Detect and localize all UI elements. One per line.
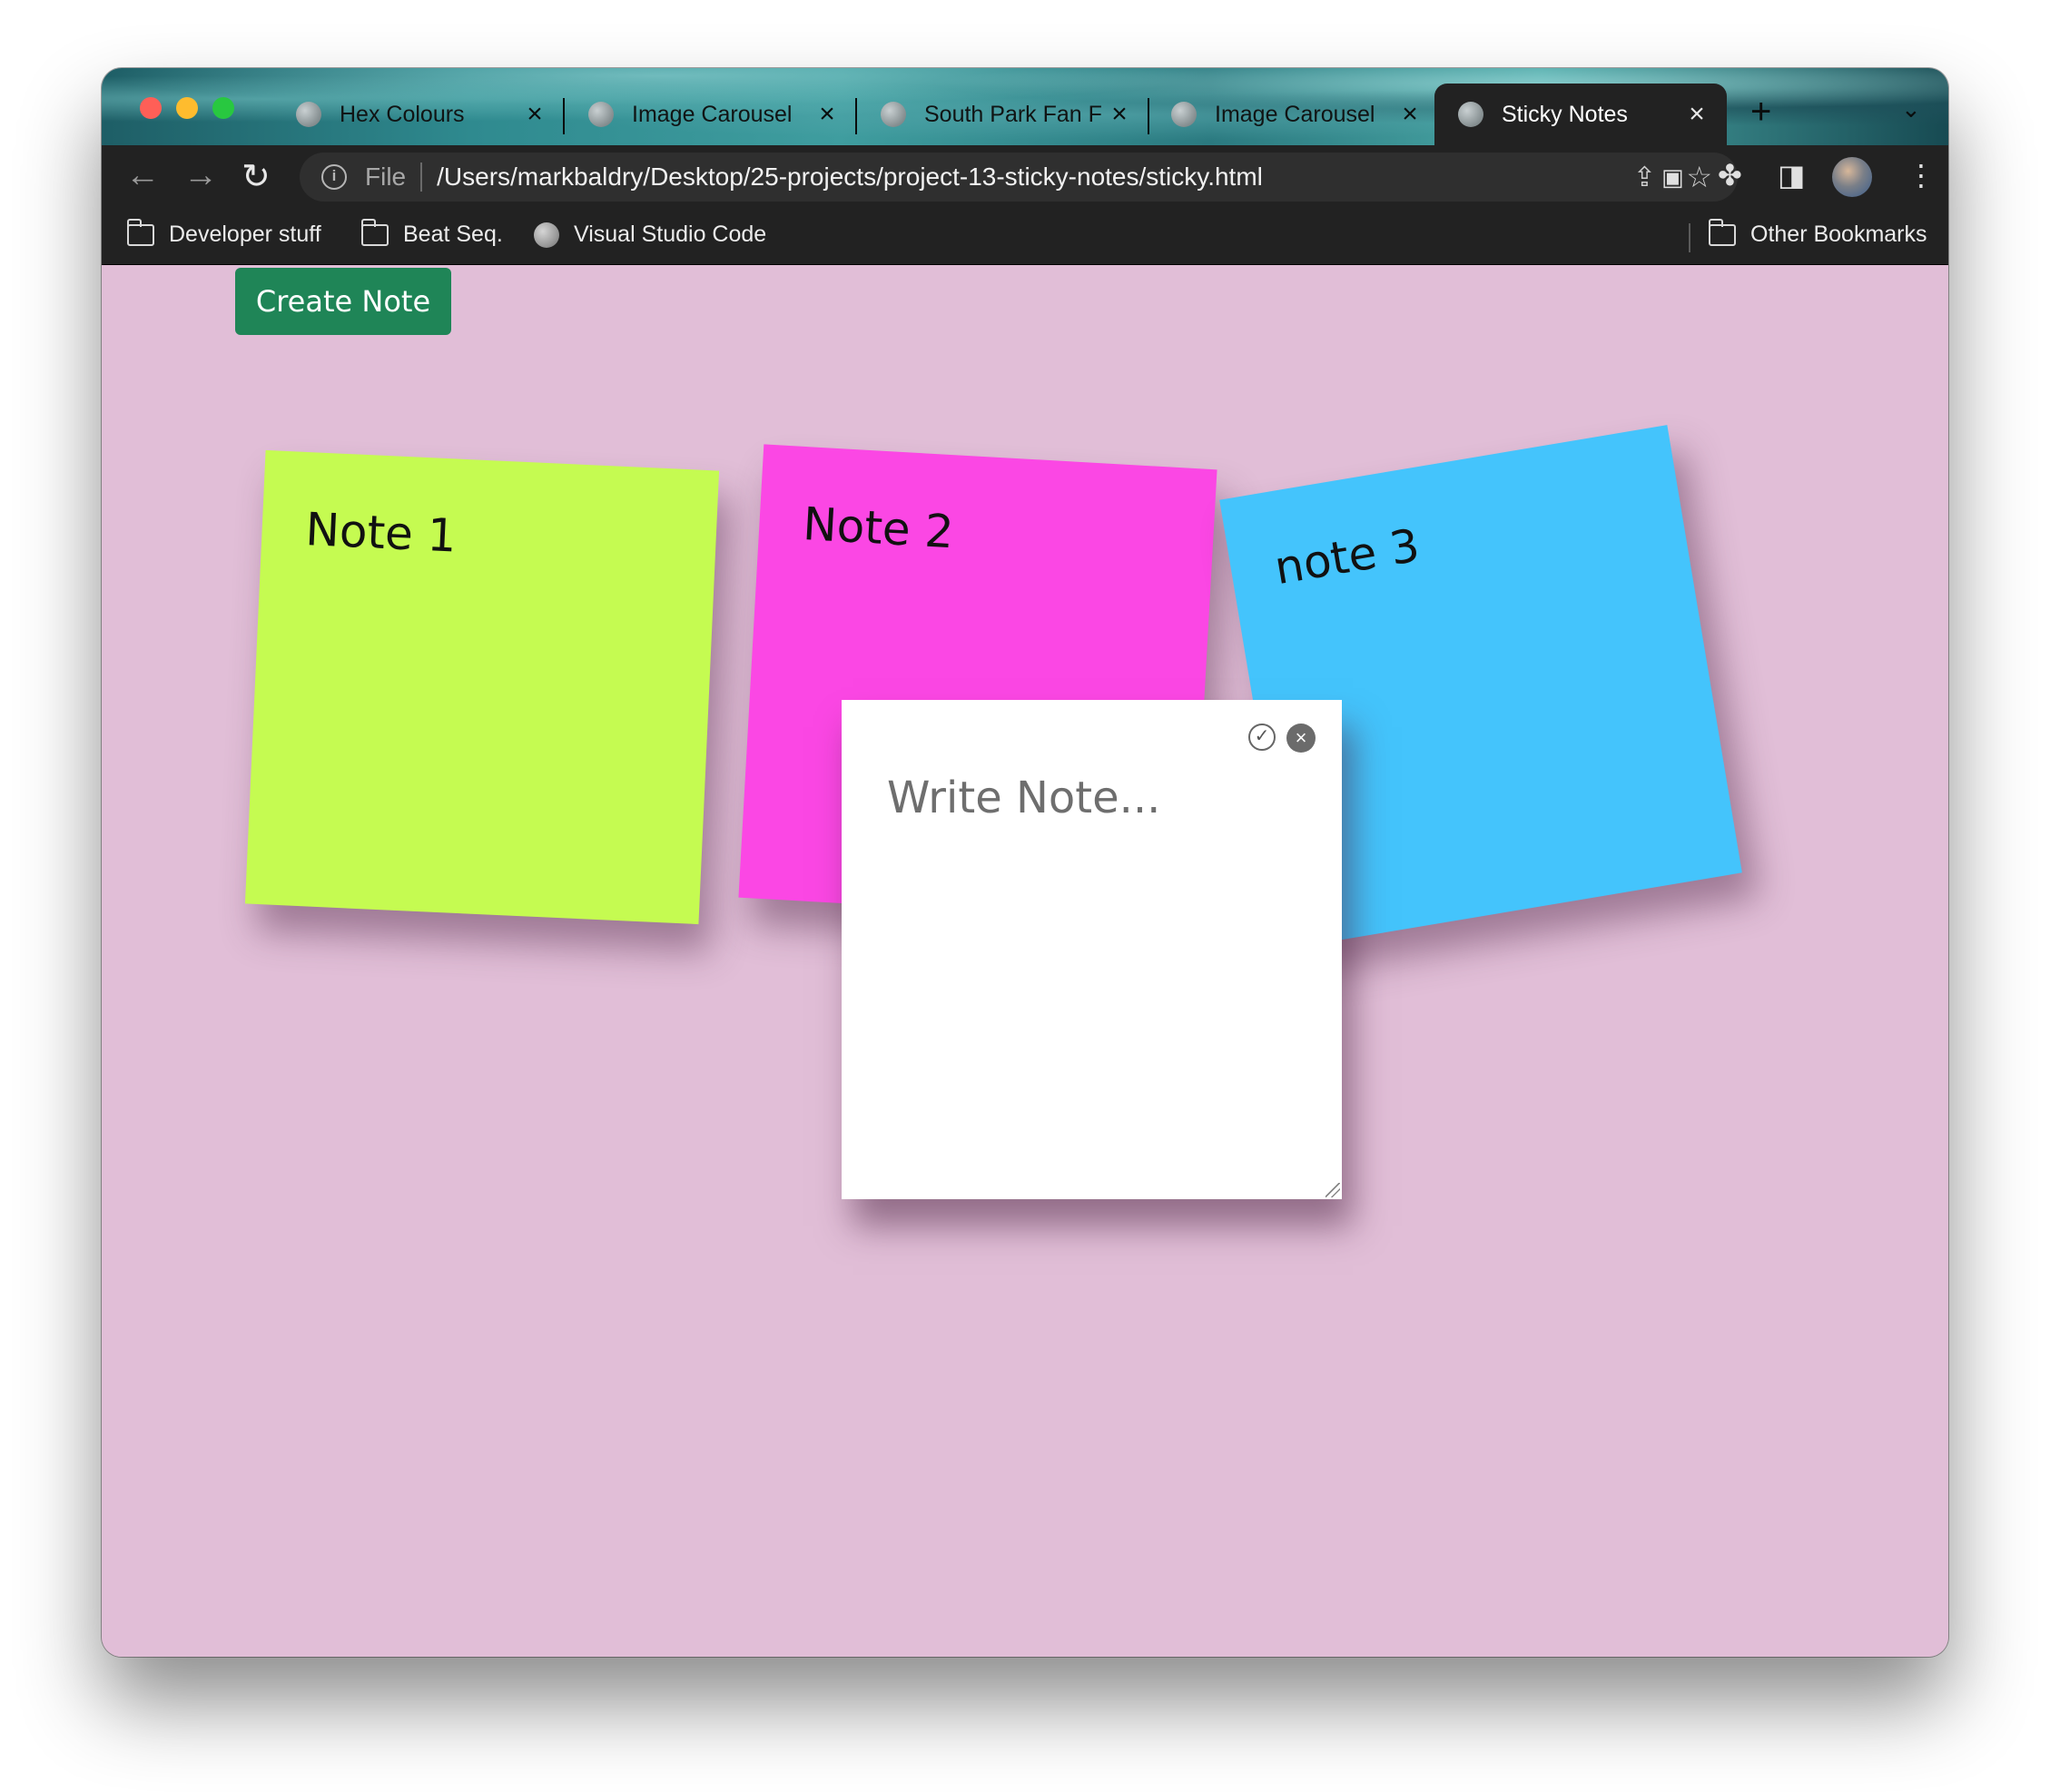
address-divider (420, 162, 423, 192)
new-tab-plus-icon[interactable]: + (1750, 92, 1771, 133)
note-text: Note 1 (304, 503, 458, 563)
page-content: Create Note Note 1 Note 2 note 3 ✓ × Wri… (102, 266, 1948, 1657)
bookmark-label: Other Bookmarks (1750, 222, 1927, 247)
tab-image-carousel[interactable]: Image Carousel × (565, 84, 857, 145)
tab-close-icon[interactable]: × (1106, 99, 1133, 130)
puzzle-extensions-icon[interactable]: ✤ (1718, 158, 1742, 192)
bookmarks-bar: Developer stuff Beat Seq. Visual Studio … (102, 209, 1948, 265)
bookmark-label: Visual Studio Code (574, 222, 767, 247)
back-arrow-icon[interactable]: ← (125, 156, 160, 195)
tab-strip: Hex Colours × Image Carousel × South Par… (102, 68, 1948, 145)
globe-icon (296, 102, 321, 127)
globe-icon (588, 102, 614, 127)
extension-badge-icon[interactable]: ▣ (1661, 163, 1684, 192)
tab-close-icon[interactable]: × (1683, 99, 1710, 130)
tab-title: Sticky Notes (1502, 101, 1628, 127)
globe-icon (881, 102, 906, 127)
close-icon[interactable]: × (1286, 724, 1316, 753)
bookmark-beat-seq[interactable]: Beat Seq. (360, 218, 503, 248)
close-window-button[interactable] (140, 97, 162, 119)
bookmarks-separator (1689, 223, 1690, 252)
folder-icon (126, 218, 154, 246)
browser-window: Hex Colours × Image Carousel × South Par… (102, 68, 1948, 1657)
minimize-window-button[interactable] (176, 97, 198, 119)
tab-close-icon[interactable]: × (521, 99, 548, 130)
bookmark-star-icon[interactable]: ☆ (1686, 160, 1712, 194)
note-textarea[interactable]: Write Note... (887, 773, 1160, 823)
tab-hex-colours[interactable]: Hex Colours × (272, 84, 565, 145)
bookmark-label: Beat Seq. (403, 222, 503, 247)
bookmark-developer-stuff[interactable]: Developer stuff (126, 218, 321, 248)
globe-icon (1458, 102, 1483, 127)
note-editor: ✓ × Write Note... (842, 700, 1342, 1199)
share-icon[interactable]: ⇪ (1633, 162, 1656, 193)
chevron-down-icon[interactable]: ⌄ (1901, 95, 1921, 123)
folder-icon (1708, 218, 1736, 246)
tab-title: Image Carousel (632, 101, 793, 127)
info-icon[interactable]: i (321, 164, 347, 190)
url-scheme: File (365, 162, 407, 191)
forward-arrow-icon[interactable]: → (183, 156, 218, 195)
bookmark-other-bookmarks[interactable]: Other Bookmarks (1708, 218, 1927, 248)
tab-title: Hex Colours (340, 101, 465, 127)
sticky-note-1[interactable]: Note 1 (244, 449, 720, 925)
tab-close-icon[interactable]: × (1396, 99, 1424, 130)
note-text: Note 2 (801, 497, 955, 559)
tab-close-icon[interactable]: × (813, 99, 841, 130)
tab-title: Image Carousel (1215, 101, 1375, 127)
url-text[interactable]: /Users/markbaldry/Desktop/25-projects/pr… (437, 162, 1263, 192)
globe-icon (534, 222, 559, 248)
resize-handle-icon[interactable] (1326, 1183, 1340, 1197)
folder-icon (360, 218, 389, 246)
browser-toolbar: ← → ↻ i File /Users/markbaldry/Desktop/2… (102, 145, 1948, 209)
bookmark-visual-studio-code[interactable]: Visual Studio Code (534, 222, 766, 248)
tab-south-park[interactable]: South Park Fan F × (857, 84, 1149, 145)
tab-image-carousel-2[interactable]: Image Carousel × (1148, 84, 1440, 145)
tab-title: South Park Fan F (924, 101, 1102, 127)
tab-sticky-notes[interactable]: Sticky Notes × (1434, 84, 1727, 145)
kebab-menu-icon[interactable]: ⋮ (1907, 158, 1936, 192)
check-circle-icon[interactable]: ✓ (1248, 724, 1276, 751)
address-bar[interactable]: i File /Users/markbaldry/Desktop/25-proj… (300, 153, 1738, 202)
avatar[interactable] (1832, 157, 1872, 197)
globe-icon (1171, 102, 1197, 127)
bookmark-label: Developer stuff (169, 222, 321, 247)
create-note-button[interactable]: Create Note (235, 268, 451, 335)
side-panel-icon[interactable]: ◨ (1778, 158, 1805, 192)
maximize-window-button[interactable] (212, 97, 234, 119)
reload-icon[interactable]: ↻ (241, 156, 271, 197)
note-text: note 3 (1270, 518, 1424, 596)
